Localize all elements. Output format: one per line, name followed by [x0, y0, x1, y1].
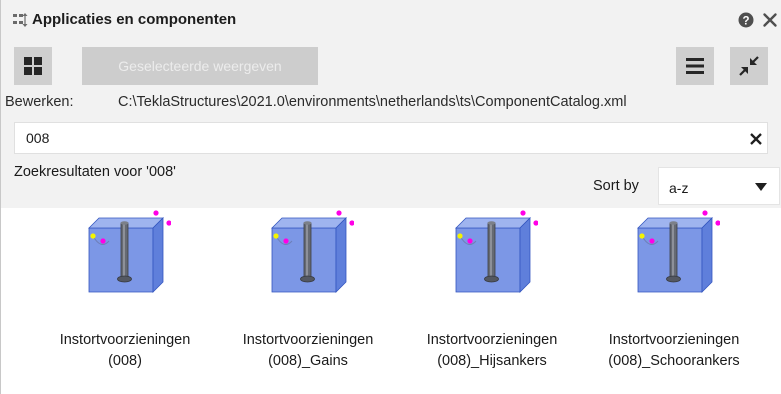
- applications-components-panel: Applicaties en componenten ? Geselecteer…: [0, 0, 781, 394]
- svg-text:?: ?: [742, 15, 749, 27]
- catalog-icon: [13, 13, 28, 27]
- component-label: Instortvoorzieningen (008)_Gains: [242, 332, 374, 369]
- grid-view-icon: [24, 57, 42, 75]
- component-thumbnail-icon: [637, 210, 720, 293]
- component-item[interactable]: Instortvoorzieningen (008)_Gains: [216, 208, 400, 388]
- component-item[interactable]: Instortvoorzieningen (008): [33, 208, 217, 388]
- help-icon[interactable]: ?: [738, 12, 754, 28]
- results-grid: Instortvoorzieningen (008) Instortvoorzi…: [0, 208, 781, 394]
- list-view-button[interactable]: [676, 47, 714, 85]
- close-icon[interactable]: [762, 12, 778, 28]
- chevron-down-icon: [755, 183, 767, 191]
- component-item[interactable]: Instortvoorzieningen (008)_Schoorankers: [582, 208, 766, 388]
- catalog-path-row: Bewerken: C:\TeklaStructures\2021.0\envi…: [0, 92, 781, 114]
- sort-dropdown[interactable]: a-z: [658, 167, 780, 205]
- collapse-button[interactable]: [730, 47, 768, 85]
- component-item[interactable]: Instortvoorzieningen (008)_Hijsankers: [400, 208, 584, 388]
- sort-by-label: Sort by: [593, 178, 639, 194]
- search-input[interactable]: [14, 122, 768, 154]
- component-label: Instortvoorzieningen (008): [59, 332, 191, 369]
- title-bar: Applicaties en componenten ?: [0, 0, 781, 40]
- show-selected-button[interactable]: Geselecteerde weergeven: [82, 47, 318, 85]
- component-thumbnail-icon: [88, 210, 171, 293]
- results-header: Zoekresultaten voor '008' Sort by a-z: [0, 164, 781, 208]
- sort-value: a-z: [669, 180, 689, 196]
- panel-left-border: [0, 0, 1, 394]
- component-label: Instortvoorzieningen (008)_Hijsankers: [426, 332, 558, 369]
- search-results-heading: Zoekresultaten voor '008': [14, 164, 176, 180]
- hamburger-menu-icon: [686, 58, 704, 74]
- search-bar: [0, 114, 781, 164]
- toolbar: Geselecteerde weergeven: [0, 40, 781, 92]
- edit-path-label: Bewerken:: [5, 94, 74, 110]
- clear-icon[interactable]: [750, 133, 762, 145]
- component-label: Instortvoorzieningen (008)_Schoorankers: [608, 332, 740, 369]
- panel-title: Applicaties en componenten: [32, 11, 237, 28]
- component-thumbnail-icon: [455, 210, 538, 293]
- component-thumbnail-icon: [271, 210, 354, 293]
- grid-view-button[interactable]: [14, 47, 52, 85]
- collapse-arrows-icon: [739, 56, 759, 76]
- catalog-file-path: C:\TeklaStructures\2021.0\environments\n…: [118, 94, 627, 110]
